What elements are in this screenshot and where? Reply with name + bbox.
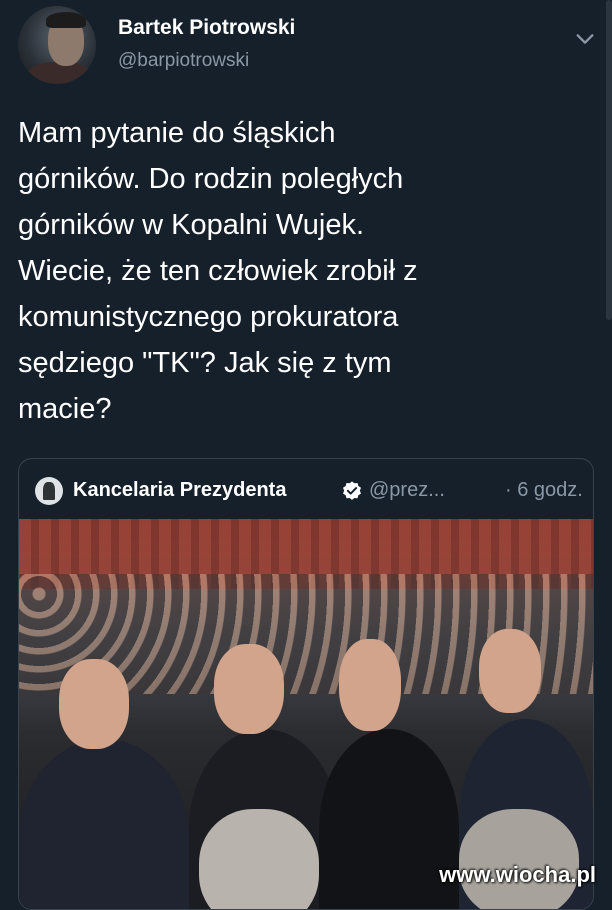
verified-badge-icon [343,481,361,500]
quoted-tweet-photo[interactable] [19,519,593,909]
photo-head [214,644,284,734]
chevron-down-icon[interactable] [574,28,596,50]
photo-head [459,809,579,909]
avatar-shirt [28,62,90,84]
quoted-author-handle[interactable]: @prez... [369,479,445,502]
photo-head [339,639,401,731]
photo-person [319,729,459,909]
quoted-tweet-header: Kancelaria Prezydenta @prez... · 6 godz. [35,475,585,509]
author-name[interactable]: Bartek Piotrowski [118,16,295,40]
author-handle[interactable]: @barpiotrowski [118,50,249,72]
scrollbar[interactable] [606,0,612,320]
quoted-tweet[interactable]: Kancelaria Prezydenta @prez... · 6 godz. [18,458,594,910]
author-avatar[interactable] [18,6,96,84]
quoted-author-avatar[interactable] [35,477,63,505]
quoted-author-name[interactable]: Kancelaria Prezydenta [73,479,286,502]
watermark: www.wiocha.pl [439,862,596,887]
photo-head [59,659,129,749]
avatar-hair [46,12,86,28]
photo-head [479,629,541,713]
tweet-header: Bartek Piotrowski @barpiotrowski [18,6,598,86]
photo-person [19,739,189,909]
tweet-text: Mam pytanie do śląskich górników. Do rod… [18,117,418,425]
photo-head [199,809,319,909]
quoted-tweet-time[interactable]: · 6 godz. [505,479,583,502]
